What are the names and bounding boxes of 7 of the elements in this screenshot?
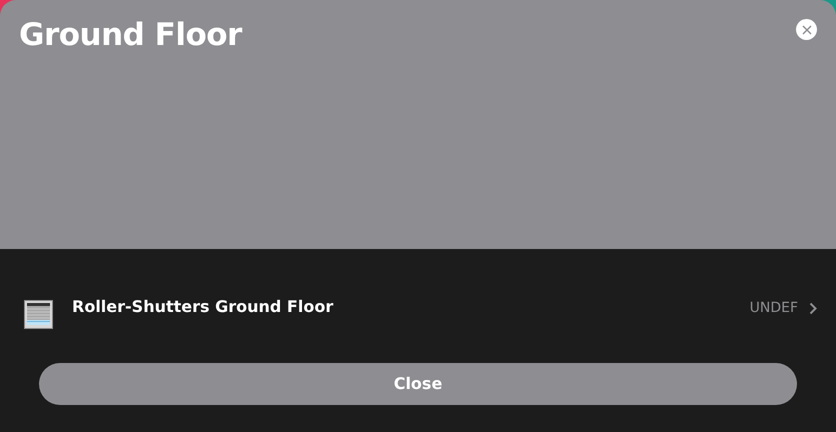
window-blind-icon: [24, 300, 53, 329]
close-icon[interactable]: [796, 19, 817, 40]
item-label: Roller-Shutters Ground Floor: [72, 297, 334, 317]
item-state: UNDEF: [750, 299, 798, 318]
list-item[interactable]: Roller-Shutters Ground Floor UNDEF: [0, 294, 836, 331]
chevron-right-icon: [809, 302, 817, 315]
dialog-title: Ground Floor: [19, 20, 242, 51]
